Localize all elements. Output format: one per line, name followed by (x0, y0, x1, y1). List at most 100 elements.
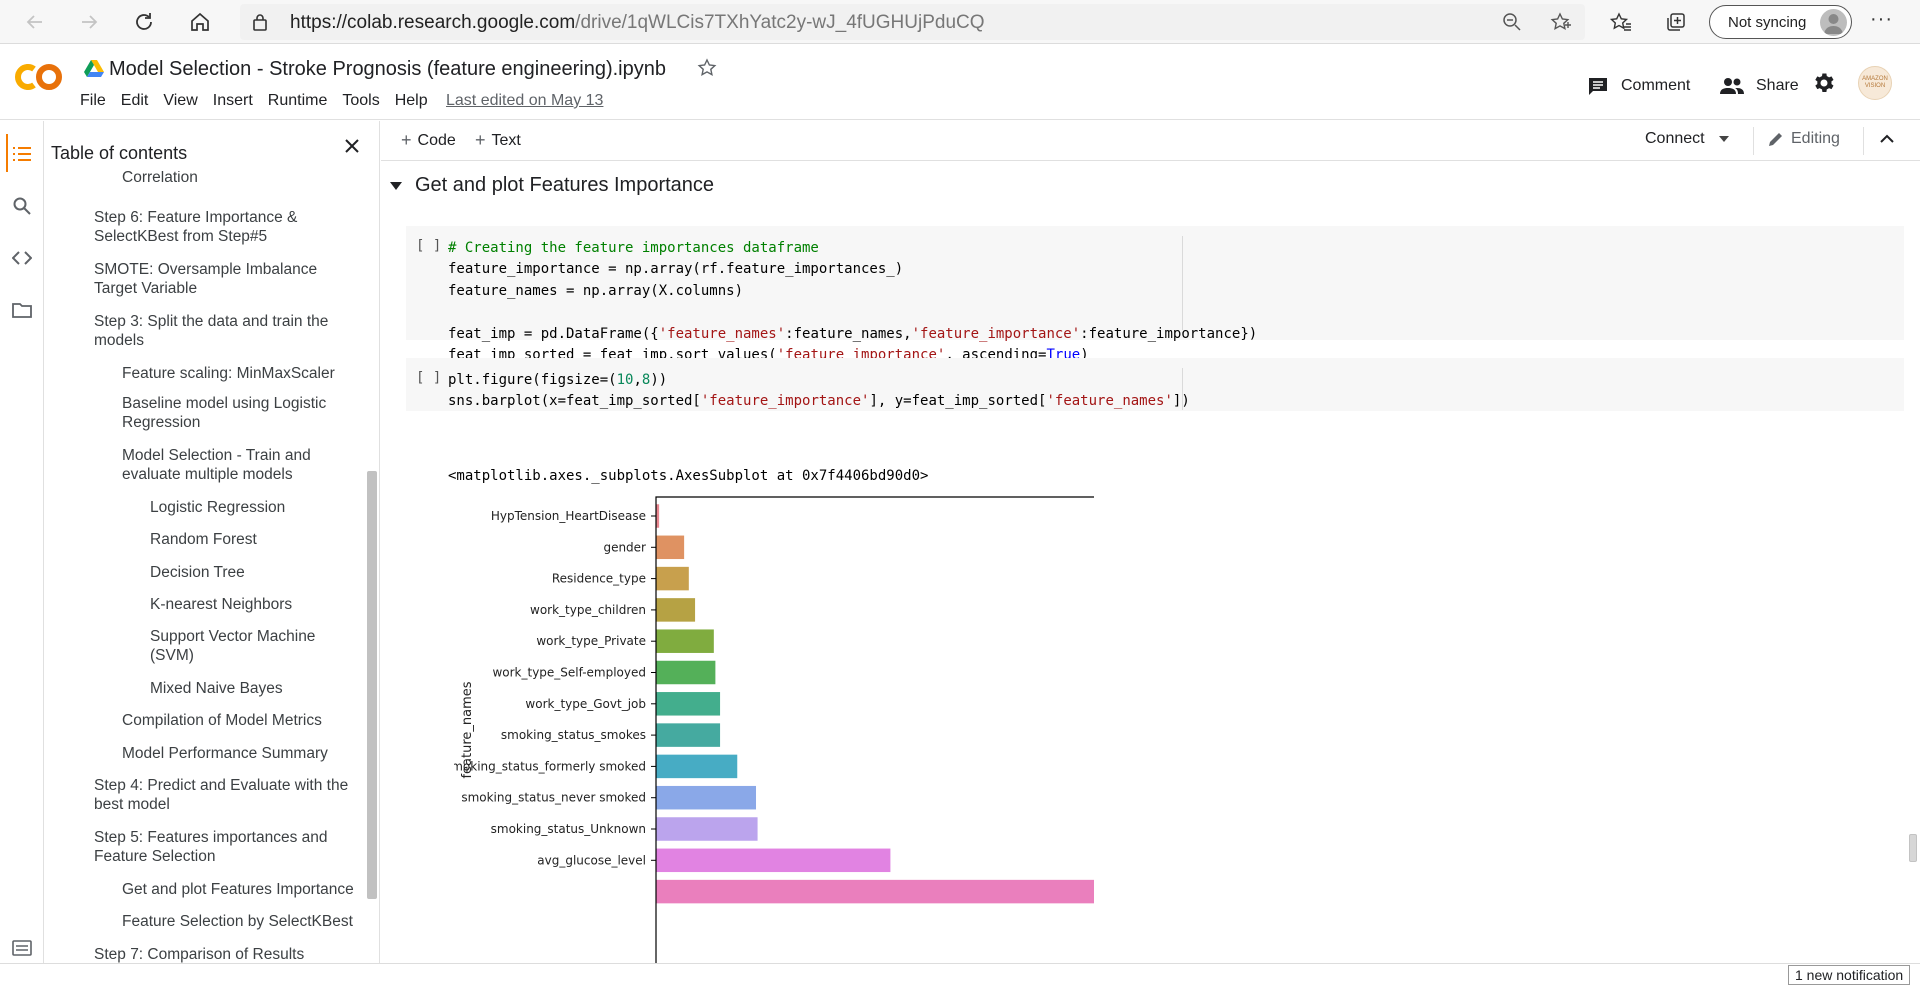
table-of-contents-panel: Filter Features by High Correlation Step… (44, 121, 380, 963)
bar-smoking_status_never smoked (656, 785, 757, 810)
menu-edit[interactable]: Edit (121, 92, 149, 110)
add-code-label: Code (417, 131, 456, 149)
menu-view[interactable]: View (163, 92, 197, 110)
toc-item[interactable]: Baseline model using Logistic Regression (122, 394, 342, 432)
notification-badge[interactable]: 1 new notification (1788, 965, 1911, 985)
back-arrow-icon[interactable] (19, 6, 51, 38)
add-favorite-icon[interactable] (1550, 12, 1572, 37)
run-cell-button[interactable]: [ ] (416, 238, 441, 254)
y-tick-label: work_type_Govt_job (525, 697, 646, 711)
connect-label: Connect (1645, 130, 1705, 147)
favorites-icon[interactable] (1605, 6, 1637, 38)
star-icon[interactable] (697, 58, 717, 83)
connect-button[interactable]: Connect (1645, 130, 1729, 148)
add-code-cell-button[interactable]: + Code (401, 130, 456, 151)
share-button[interactable]: Share (1720, 71, 1799, 101)
toc-item[interactable]: Compilation of Model Metrics (122, 711, 352, 730)
toc-item[interactable]: Feature Selection by SelectKBest (122, 912, 362, 931)
notebook-title[interactable]: Model Selection - Stroke Prognosis (feat… (109, 58, 666, 81)
address-bar[interactable]: https://colab.research.google.com/drive/… (240, 4, 1585, 40)
forward-arrow-icon[interactable] (73, 6, 105, 38)
search-icon[interactable] (10, 194, 34, 218)
table-of-contents-icon[interactable] (10, 142, 34, 166)
toc-item[interactable]: Feature scaling: MinMaxScaler (122, 364, 352, 383)
editing-mode-button[interactable]: Editing (1767, 130, 1840, 148)
toc-item[interactable]: Model Selection - Train and evaluate mul… (122, 446, 342, 484)
url-text[interactable]: https://colab.research.google.com/drive/… (290, 12, 985, 34)
profile-sync-button[interactable]: Not syncing (1709, 5, 1852, 39)
toc-item[interactable]: Model Performance Summary (122, 744, 352, 763)
refresh-icon[interactable] (128, 6, 160, 38)
code-editor[interactable]: # Creating the feature importances dataf… (448, 238, 1257, 366)
y-tick-label: work_type_Self-employed (492, 666, 646, 680)
share-people-icon (1720, 77, 1744, 95)
toc-item[interactable]: Decision Tree (150, 563, 350, 582)
url-path: /drive/1qWLCis7TXhYatc2y-wJ_4fUGHUjPduCQ (575, 12, 985, 33)
toc-item[interactable]: Step 7: Comparison of Results (94, 945, 344, 963)
toc-item[interactable]: Step 3: Split the data and train the mod… (94, 312, 344, 350)
notebook-scrollbar[interactable] (1909, 834, 1917, 862)
y-tick-label: smoking_status_smokes (501, 728, 646, 742)
code-editor[interactable]: plt.figure(figsize=(10,8)) sns.barplot(x… (448, 370, 1190, 413)
command-palette-icon[interactable] (10, 936, 34, 960)
profile-avatar-icon (1820, 9, 1847, 36)
status-bar: 1 new notification (0, 963, 1920, 985)
bar-unlabeled (656, 879, 1094, 904)
collapse-caret-icon[interactable] (389, 181, 403, 191)
plus-icon: + (475, 130, 486, 150)
bar-smoking_status_formerly smoked (656, 754, 738, 779)
section-title: Get and plot Features Importance (415, 174, 715, 196)
toc-item[interactable]: Step 6: Feature Importance & SelectKBest… (94, 208, 334, 246)
collections-icon[interactable] (1660, 6, 1692, 38)
toc-item[interactable]: K-nearest Neighbors (150, 595, 350, 614)
y-tick-label: smoking_status_formerly smoked (454, 759, 646, 773)
add-text-cell-button[interactable]: + Text (475, 130, 521, 151)
zoom-out-icon[interactable] (1502, 12, 1522, 37)
files-folder-icon[interactable] (10, 298, 34, 322)
toc-item[interactable]: SMOTE: Oversample Imbalance Target Varia… (94, 260, 334, 298)
run-cell-button[interactable]: [ ] (416, 370, 441, 386)
section-heading[interactable]: Get and plot Features Importance (389, 174, 714, 197)
code-snippets-icon[interactable] (10, 246, 34, 270)
last-edited-link[interactable]: Last edited on May 13 (446, 92, 603, 110)
close-icon[interactable] (344, 138, 360, 159)
lock-icon[interactable] (252, 13, 268, 36)
menu-help[interactable]: Help (395, 92, 428, 110)
code-cell[interactable]: [ ] # Creating the feature importances d… (406, 226, 1904, 363)
bar-avg_glucose_level (656, 848, 891, 873)
settings-gear-icon[interactable] (1812, 71, 1836, 100)
menu-bar: File Edit View Insert Runtime Tools Help (80, 92, 443, 110)
chevron-up-icon[interactable] (1878, 130, 1896, 153)
toc-item[interactable]: Get and plot Features Importance (122, 880, 362, 899)
comment-icon (1587, 76, 1609, 96)
y-tick-label: work_type_children (530, 603, 646, 617)
toc-item[interactable]: Logistic Regression (150, 498, 350, 517)
toc-item[interactable]: Random Forest (150, 530, 350, 549)
toc-item[interactable]: Support Vector Machine (SVM) (150, 627, 330, 665)
colab-header: Model Selection - Stroke Prognosis (feat… (0, 45, 1920, 120)
browser-toolbar: https://colab.research.google.com/drive/… (0, 0, 1920, 44)
comment-button[interactable]: Comment (1587, 71, 1690, 101)
user-avatar[interactable]: AMAZON VISION (1858, 66, 1892, 100)
toc-item[interactable]: Mixed Naive Bayes (150, 679, 350, 698)
toc-item[interactable]: Step 4: Predict and Evaluate with the be… (94, 776, 364, 814)
google-drive-icon[interactable] (84, 59, 104, 82)
editing-label: Editing (1791, 130, 1840, 147)
browser-menu-button[interactable]: ··· (1870, 8, 1893, 31)
menu-insert[interactable]: Insert (213, 92, 253, 110)
toc-scrollbar[interactable] (367, 471, 377, 899)
menu-runtime[interactable]: Runtime (268, 92, 328, 110)
colab-logo-icon[interactable] (14, 63, 64, 96)
menu-file[interactable]: File (80, 92, 106, 110)
home-icon[interactable] (184, 6, 216, 38)
bar-gender (656, 535, 685, 560)
y-tick-label: smoking_status_never smoked (461, 791, 646, 805)
share-label: Share (1756, 77, 1799, 94)
left-icon-rail (0, 121, 44, 963)
y-tick-label: HypTension_HeartDisease (491, 509, 646, 523)
toc-item[interactable]: Step 5: Features importances and Feature… (94, 828, 344, 866)
menu-tools[interactable]: Tools (342, 92, 379, 110)
code-cell[interactable]: [ ] plt.figure(figsize=(10,8)) sns.barpl… (406, 358, 1904, 411)
toc-header: Table of contents (44, 121, 379, 171)
bar-Residence_type (656, 566, 689, 591)
